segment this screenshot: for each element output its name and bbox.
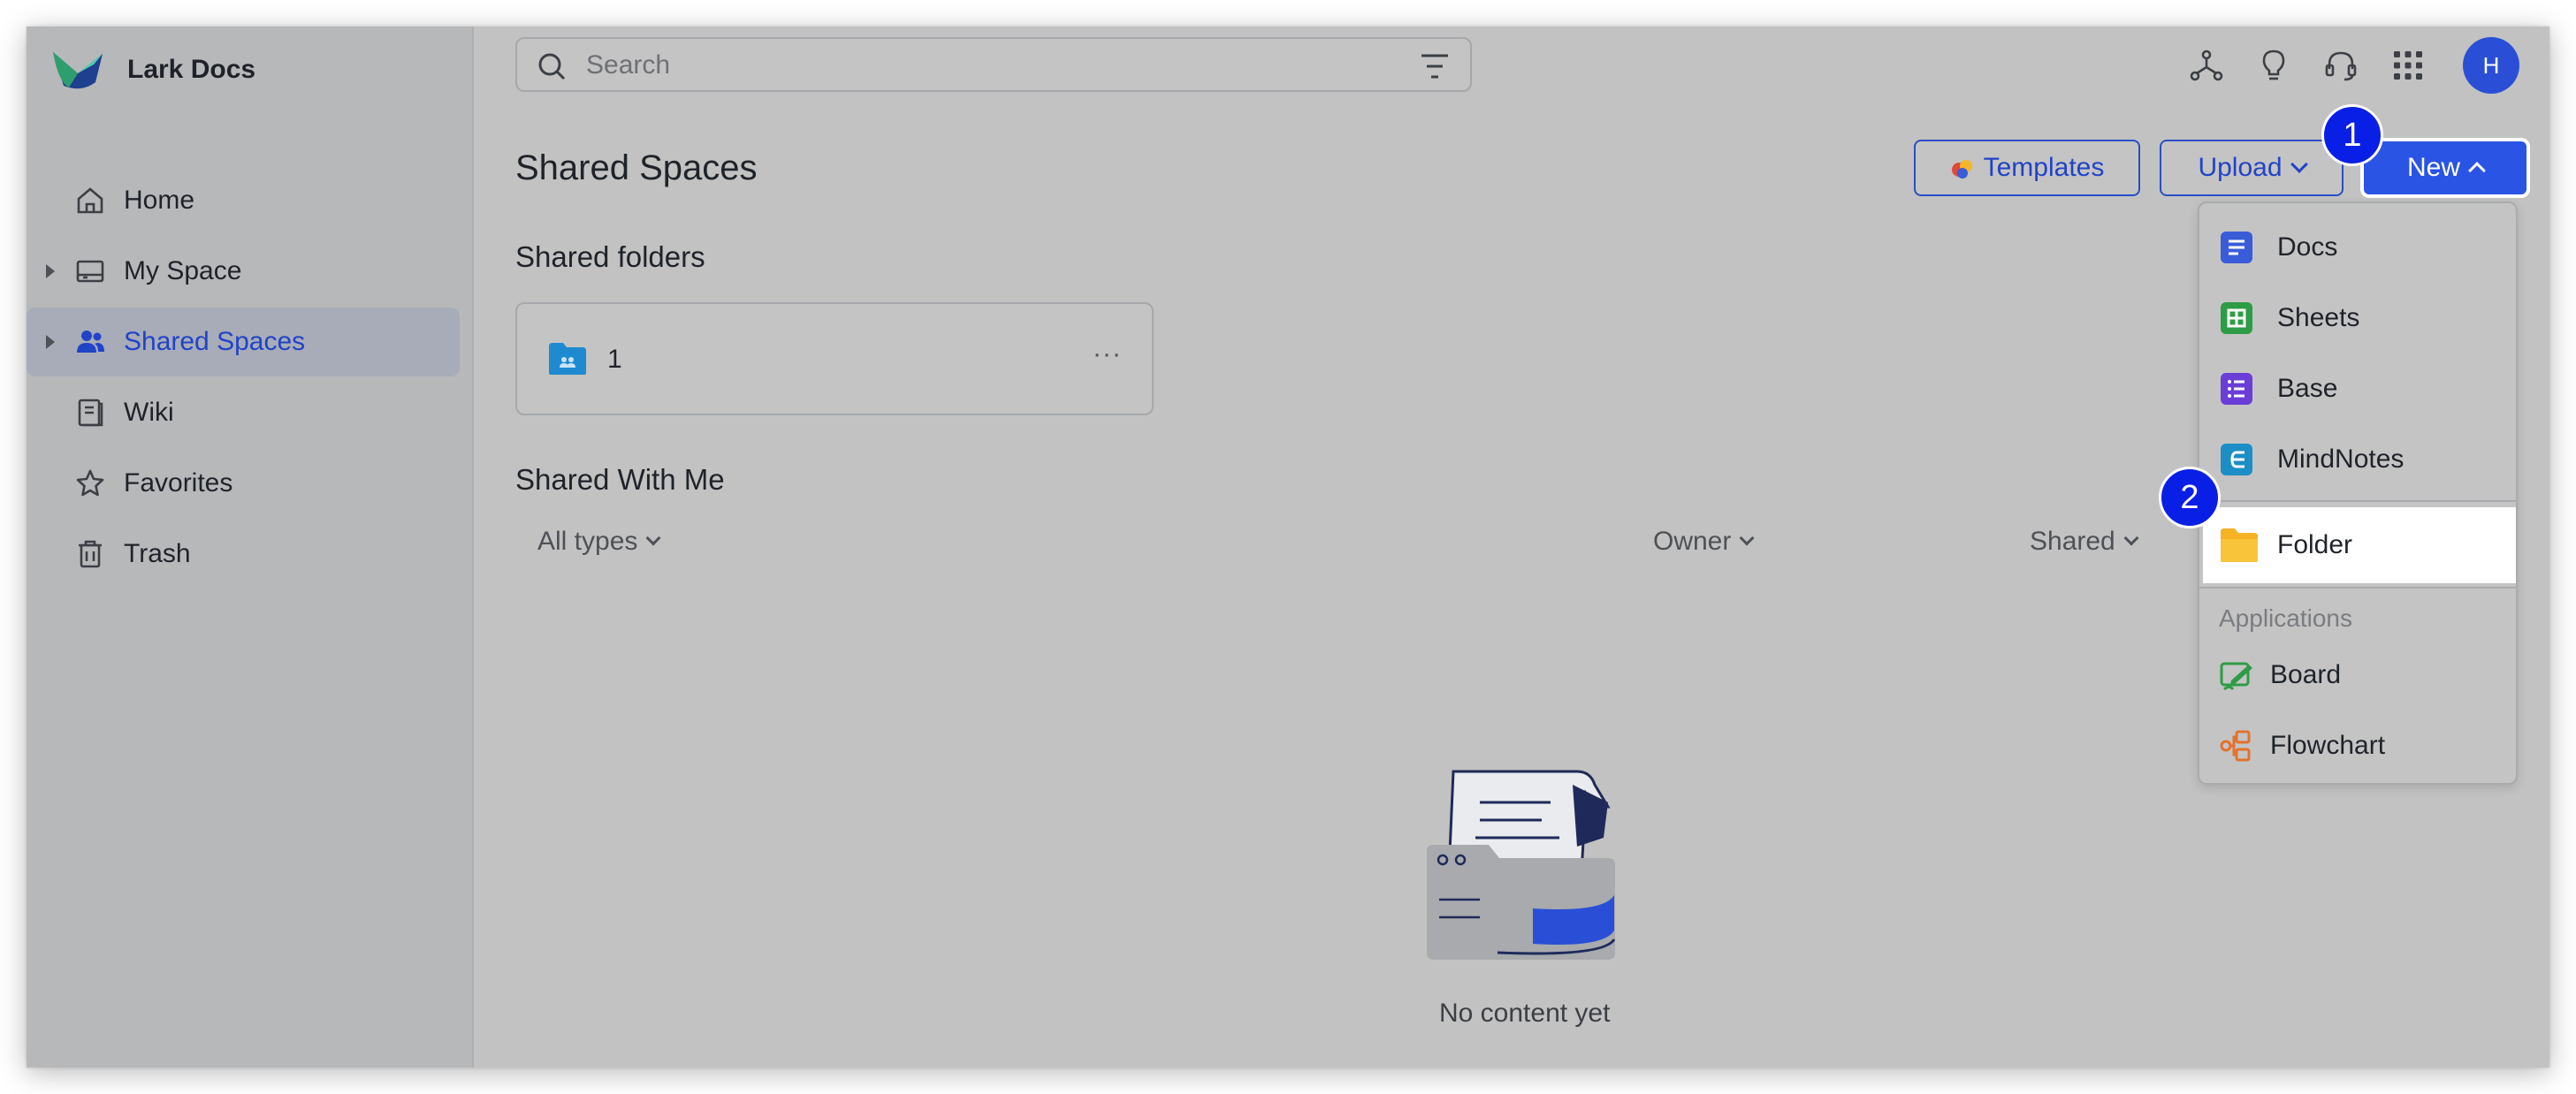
menu-item-sheets[interactable]: Sheets <box>2199 283 2516 353</box>
menu-item-mindnotes[interactable]: MindNotes <box>2199 424 2516 495</box>
sidebar-item-favorites[interactable]: Favorites <box>27 449 460 518</box>
search-input[interactable] <box>586 46 1382 85</box>
sidebar-item-label: My Space <box>124 256 242 285</box>
menu-item-label: Base <box>2277 374 2338 403</box>
shared-with-me-title: Shared With Me <box>515 463 725 496</box>
empty-state-illustration <box>1427 770 1616 960</box>
docs-icon <box>2221 232 2252 263</box>
new-button[interactable]: New <box>2362 140 2528 196</box>
step-badge-2: 2 <box>2159 467 2221 528</box>
filter-label: All types <box>537 527 638 556</box>
expand-caret-icon[interactable] <box>46 335 55 349</box>
menu-item-label: MindNotes <box>2277 444 2405 474</box>
sidebar-item-label: Shared Spaces <box>124 327 306 356</box>
users-icon <box>72 324 108 360</box>
menu-item-label: Sheets <box>2277 303 2360 332</box>
sidebar-item-shared-spaces[interactable]: Shared Spaces <box>27 308 460 376</box>
base-icon <box>2221 373 2252 405</box>
owner-filter[interactable]: Owner <box>1653 527 1755 557</box>
menu-item-base[interactable]: Base <box>2199 353 2516 424</box>
templates-label: Templates <box>1983 153 2105 182</box>
shared-filter[interactable]: Shared <box>2030 527 2139 557</box>
menu-item-board[interactable]: Board <box>2199 640 2516 710</box>
sidebar-item-label: Trash <box>124 539 191 568</box>
flowchart-icon <box>2220 730 2251 762</box>
folder-icon <box>2221 528 2258 562</box>
sidebar: Lark Docs Home My Space Shared Spaces Wi… <box>27 27 474 1067</box>
new-dropdown-menu: Docs Sheets Base MindNotes Folder Applic… <box>2198 201 2518 785</box>
menu-item-label: Flowchart <box>2270 731 2386 760</box>
brand-row[interactable]: Lark Docs <box>51 44 255 95</box>
drive-icon <box>72 254 108 289</box>
upload-label: Upload <box>2198 153 2283 182</box>
sidebar-item-wiki[interactable]: Wiki <box>27 378 460 447</box>
folder-name: 1 <box>607 345 622 374</box>
menu-item-docs[interactable]: Docs <box>2199 212 2516 283</box>
user-avatar[interactable]: H <box>2463 37 2519 94</box>
app-window: Lark Docs Home My Space Shared Spaces Wi… <box>27 27 2549 1067</box>
expand-caret-icon[interactable] <box>46 264 55 278</box>
menu-divider <box>2199 587 2516 589</box>
lark-logo-icon <box>53 52 103 89</box>
menu-item-label: Folder <box>2277 530 2353 559</box>
wiki-icon <box>72 395 108 430</box>
menu-item-flowchart[interactable]: Flowchart <box>2199 710 2516 781</box>
more-options-icon[interactable]: ··· <box>1093 339 1122 369</box>
board-icon <box>2220 662 2252 691</box>
headset-icon[interactable] <box>2321 46 2360 85</box>
lightbulb-icon[interactable] <box>2254 46 2293 85</box>
top-toolbar <box>2187 46 2456 85</box>
empty-state-text: No content yet <box>1439 999 1611 1028</box>
applications-heading: Applications <box>2219 604 2352 632</box>
home-icon <box>72 183 108 218</box>
shared-folder-card[interactable]: 1 ··· <box>515 302 1154 415</box>
chevron-up-icon <box>2468 162 2486 179</box>
brand-name: Lark Docs <box>127 55 256 84</box>
sidebar-item-label: Home <box>124 186 195 215</box>
templates-icon <box>1951 160 1972 179</box>
menu-item-label: Board <box>2270 660 2342 689</box>
templates-button[interactable]: Templates <box>1914 140 2140 196</box>
search-icon <box>538 53 566 80</box>
new-label: New <box>2406 153 2460 182</box>
mindnotes-icon <box>2221 444 2252 475</box>
page-title: Shared Spaces <box>515 148 758 187</box>
step-badge-1: 1 <box>2321 104 2383 166</box>
chevron-down-icon <box>2123 530 2139 546</box>
filter-icon[interactable] <box>1419 51 1451 81</box>
sidebar-item-my-space[interactable]: My Space <box>27 237 460 306</box>
sheets-icon <box>2221 302 2252 334</box>
network-icon[interactable] <box>2187 46 2226 85</box>
sidebar-item-home[interactable]: Home <box>27 166 460 235</box>
chevron-down-icon <box>1739 530 1755 546</box>
menu-divider <box>2199 500 2516 502</box>
menu-item-label: Docs <box>2277 232 2338 262</box>
star-icon <box>72 466 108 501</box>
search-bar[interactable] <box>515 37 1472 92</box>
menu-item-folder[interactable]: Folder <box>2203 507 2516 583</box>
upload-button[interactable]: Upload <box>2160 140 2344 196</box>
trash-icon <box>72 536 108 572</box>
chevron-down-icon <box>645 530 661 546</box>
chevron-down-icon <box>2290 156 2308 173</box>
all-types-filter[interactable]: All types <box>537 527 661 557</box>
filter-label: Owner <box>1653 527 1732 556</box>
sidebar-item-label: Wiki <box>124 398 174 427</box>
apps-grid-icon[interactable] <box>2389 46 2427 85</box>
sidebar-item-trash[interactable]: Trash <box>27 520 460 589</box>
filter-label: Shared <box>2030 527 2115 556</box>
shared-folder-icon <box>549 343 586 375</box>
shared-folders-title: Shared folders <box>515 240 705 273</box>
sidebar-item-label: Favorites <box>124 468 233 498</box>
